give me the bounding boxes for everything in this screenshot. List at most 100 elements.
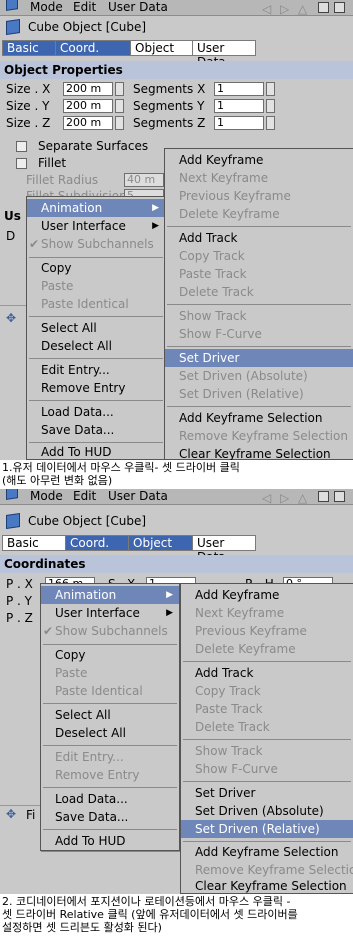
menu-mode[interactable]: Mode bbox=[30, 0, 63, 14]
forward-icon[interactable]: ▷ bbox=[280, 2, 291, 16]
menu-item-deselect-all[interactable]: Deselect All bbox=[27, 337, 165, 355]
submenu-clear-keyframe-selection[interactable]: Clear Keyframe Selection bbox=[181, 877, 353, 894]
submenu-set-driven-relative[interactable]: Set Driven (Relative) bbox=[165, 385, 353, 403]
tab-basic[interactable]: Basic bbox=[3, 536, 66, 550]
menu-item-user-interface[interactable]: User Interface ▶ bbox=[27, 217, 165, 235]
menu-item-select-all[interactable]: Select All bbox=[27, 319, 165, 337]
submenu-next-keyframe[interactable]: Next Keyframe bbox=[165, 169, 353, 187]
menu-item-remove-entry[interactable]: Remove Entry bbox=[41, 766, 179, 784]
tab-basic[interactable]: Basic bbox=[3, 41, 56, 55]
menu-edit[interactable]: Edit bbox=[73, 0, 96, 14]
fillet-checkbox[interactable] bbox=[16, 158, 27, 169]
submenu-add-keyframe[interactable]: Add Keyframe bbox=[165, 151, 353, 169]
menu-item-edit-entry[interactable]: Edit Entry... bbox=[27, 361, 165, 379]
menu-item-show-subchannels[interactable]: ✔ Show Subchannels bbox=[27, 235, 165, 253]
submenu-previous-keyframe[interactable]: Previous Keyframe bbox=[165, 187, 353, 205]
menu-item-save-data[interactable]: Save Data... bbox=[41, 808, 179, 826]
size-x-spinner[interactable] bbox=[115, 82, 124, 96]
submenu-show-fcurve[interactable]: Show F-Curve bbox=[165, 325, 353, 343]
submenu-add-keyframe-selection[interactable]: Add Keyframe Selection bbox=[181, 843, 353, 861]
submenu-set-driven-relative[interactable]: Set Driven (Relative) bbox=[181, 820, 353, 838]
menu-item-animation[interactable]: Animation ▶ bbox=[27, 199, 165, 217]
tab-object[interactable]: Object bbox=[129, 536, 193, 550]
menu-item-add-to-hud[interactable]: Add To HUD bbox=[41, 832, 179, 850]
submenu-next-keyframe[interactable]: Next Keyframe bbox=[181, 604, 353, 622]
submenu-delete-track[interactable]: Delete Track bbox=[181, 718, 353, 736]
menu-edit[interactable]: Edit bbox=[73, 489, 96, 503]
lock-icon[interactable] bbox=[318, 491, 329, 502]
window-icon[interactable] bbox=[334, 491, 345, 502]
menu-separator bbox=[29, 316, 163, 317]
submenu-copy-track[interactable]: Copy Track bbox=[165, 247, 353, 265]
submenu-show-fcurve[interactable]: Show F-Curve bbox=[181, 760, 353, 778]
submenu-previous-keyframe[interactable]: Previous Keyframe bbox=[181, 622, 353, 640]
menu-item-add-to-hud[interactable]: Add To HUD bbox=[27, 443, 165, 460]
menu-item-select-all[interactable]: Select All bbox=[41, 706, 179, 724]
pin-icon[interactable]: ✥ bbox=[6, 311, 16, 325]
submenu-show-track[interactable]: Show Track bbox=[165, 307, 353, 325]
menu-item-load-data[interactable]: Load Data... bbox=[27, 403, 165, 421]
submenu-delete-keyframe[interactable]: Delete Keyframe bbox=[165, 205, 353, 223]
menu-item-paste[interactable]: Paste bbox=[41, 664, 179, 682]
submenu-show-track[interactable]: Show Track bbox=[181, 742, 353, 760]
submenu-add-keyframe-selection[interactable]: Add Keyframe Selection bbox=[165, 409, 353, 427]
back-icon[interactable]: ◁ bbox=[262, 2, 273, 16]
submenu-add-track[interactable]: Add Track bbox=[165, 229, 353, 247]
segments-x-spinner[interactable] bbox=[266, 82, 275, 96]
menu-user-data[interactable]: User Data bbox=[108, 489, 168, 503]
submenu-paste-track[interactable]: Paste Track bbox=[181, 700, 353, 718]
menu-item-paste-identical[interactable]: Paste Identical bbox=[27, 295, 165, 313]
tab-object[interactable]: Object bbox=[131, 41, 193, 55]
segments-y-spinner[interactable] bbox=[266, 99, 275, 113]
menu-item-paste-identical[interactable]: Paste Identical bbox=[41, 682, 179, 700]
menu-item-copy[interactable]: Copy bbox=[41, 646, 179, 664]
submenu-copy-track[interactable]: Copy Track bbox=[181, 682, 353, 700]
tab-user-data[interactable]: User Data bbox=[193, 536, 255, 564]
menu-item-remove-entry[interactable]: Remove Entry bbox=[27, 379, 165, 397]
submenu-set-driver[interactable]: Set Driver bbox=[165, 349, 353, 367]
tab-coord[interactable]: Coord. bbox=[56, 41, 131, 55]
window-icon[interactable] bbox=[334, 2, 345, 13]
pin-icon[interactable]: ✥ bbox=[6, 807, 16, 821]
menu-item-deselect-all[interactable]: Deselect All bbox=[41, 724, 179, 742]
submenu-add-keyframe[interactable]: Add Keyframe bbox=[181, 586, 353, 604]
submenu-delete-track[interactable]: Delete Track bbox=[165, 283, 353, 301]
size-y-input[interactable]: 200 m bbox=[63, 99, 113, 113]
menu-item-copy[interactable]: Copy bbox=[27, 259, 165, 277]
menu-item-load-data[interactable]: Load Data... bbox=[41, 790, 179, 808]
segments-x-input[interactable]: 1 bbox=[214, 82, 264, 96]
menu-item-save-data[interactable]: Save Data... bbox=[27, 421, 165, 439]
menu-mode[interactable]: Mode bbox=[30, 489, 63, 503]
back-icon[interactable]: ◁ bbox=[262, 491, 273, 505]
submenu-set-driven-absolute[interactable]: Set Driven (Absolute) bbox=[165, 367, 353, 385]
segments-z-spinner[interactable] bbox=[266, 116, 275, 130]
lock-icon[interactable] bbox=[318, 2, 329, 13]
fillet-radius-input[interactable]: 40 m bbox=[124, 173, 164, 187]
segments-y-input[interactable]: 1 bbox=[214, 99, 264, 113]
submenu-remove-keyframe-selection[interactable]: Remove Keyframe Selection bbox=[165, 427, 353, 445]
separate-surfaces-checkbox[interactable] bbox=[16, 141, 27, 152]
submenu-set-driver[interactable]: Set Driver bbox=[181, 784, 353, 802]
up-icon[interactable]: △ bbox=[298, 2, 309, 16]
size-z-spinner[interactable] bbox=[115, 116, 124, 130]
user-data-entry-partial[interactable]: D bbox=[6, 228, 15, 244]
size-y-spinner[interactable] bbox=[115, 99, 124, 113]
menu-item-user-interface[interactable]: User Interface ▶ bbox=[41, 604, 179, 622]
forward-icon[interactable]: ▷ bbox=[280, 491, 291, 505]
tab-coord[interactable]: Coord. bbox=[66, 536, 129, 550]
size-z-input[interactable]: 200 m bbox=[63, 116, 113, 130]
submenu-clear-keyframe-selection[interactable]: Clear Keyframe Selection bbox=[165, 445, 353, 460]
size-x-input[interactable]: 200 m bbox=[63, 82, 113, 96]
submenu-paste-track[interactable]: Paste Track bbox=[165, 265, 353, 283]
submenu-set-driven-absolute[interactable]: Set Driven (Absolute) bbox=[181, 802, 353, 820]
menu-item-animation[interactable]: Animation ▶ bbox=[41, 586, 179, 604]
menu-item-edit-entry[interactable]: Edit Entry... bbox=[41, 748, 179, 766]
up-icon[interactable]: △ bbox=[298, 491, 309, 505]
submenu-add-track[interactable]: Add Track bbox=[181, 664, 353, 682]
submenu-delete-keyframe[interactable]: Delete Keyframe bbox=[181, 640, 353, 658]
menu-item-show-subchannels[interactable]: ✔ Show Subchannels bbox=[41, 622, 179, 640]
segments-z-input[interactable]: 1 bbox=[214, 116, 264, 130]
menu-item-paste[interactable]: Paste bbox=[27, 277, 165, 295]
menu-user-data[interactable]: User Data bbox=[108, 0, 168, 14]
tab-user-data[interactable]: User Data bbox=[193, 41, 255, 69]
